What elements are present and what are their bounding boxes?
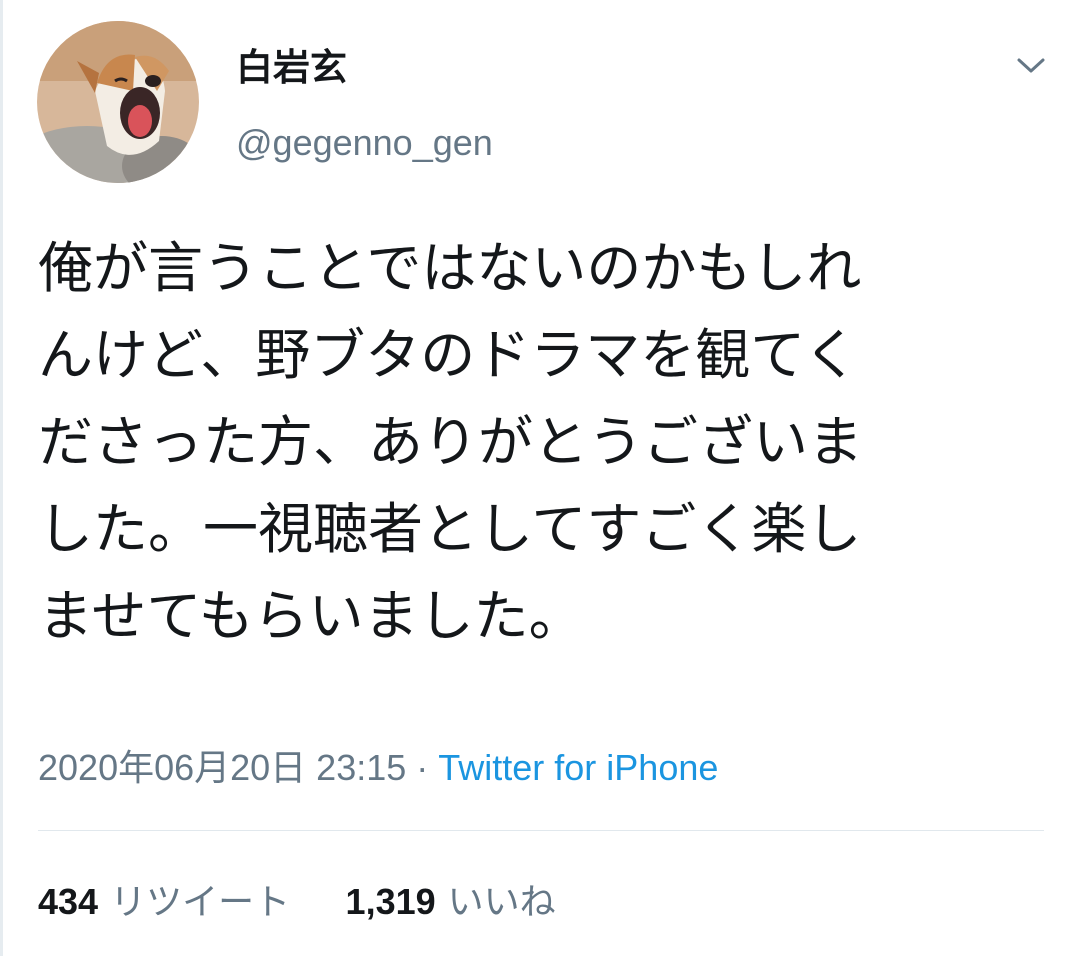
tweet-meta: 2020年06月20日 23:15 · Twitter for iPhone xyxy=(38,742,718,794)
chevron-down-icon[interactable] xyxy=(1011,50,1051,80)
tweet-text: 俺が言うことではないのかもしれ んけど、野ブタのドラマを観てく ださった方、あり… xyxy=(38,236,864,648)
author-avatar[interactable] xyxy=(37,21,199,183)
likes-stat[interactable]: 1,319 いいね xyxy=(346,876,556,929)
tweet-timestamp[interactable]: 2020年06月20日 23:15 xyxy=(38,747,406,788)
author-display-name[interactable]: 白岩玄 xyxy=(236,42,347,94)
tweet-stats: 434 リツイート 1,319 いいね xyxy=(38,876,556,929)
meta-separator: · xyxy=(406,747,439,788)
retweets-stat[interactable]: 434 リツイート xyxy=(38,876,290,929)
divider xyxy=(38,830,1044,831)
tweet-source-link[interactable]: Twitter for iPhone xyxy=(438,747,718,788)
retweets-label: リツイート xyxy=(110,882,291,923)
avatar-image xyxy=(37,21,199,183)
left-border xyxy=(0,0,3,956)
retweets-count: 434 xyxy=(38,881,99,922)
likes-label: いいね xyxy=(447,882,556,923)
likes-count: 1,319 xyxy=(345,881,436,922)
author-handle[interactable]: @gegenno_gen xyxy=(236,118,493,168)
